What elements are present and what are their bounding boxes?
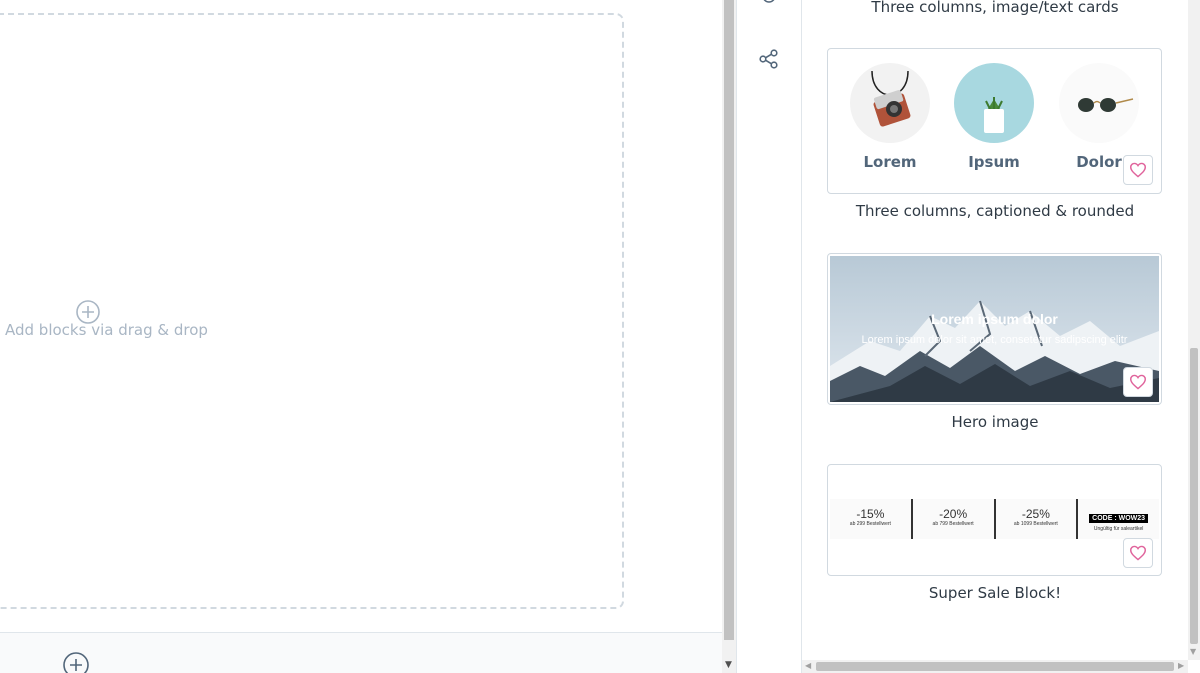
scroll-left-arrow-icon[interactable]: ◀ <box>805 661 811 670</box>
sunglasses-image <box>1059 63 1139 143</box>
panel-scrollbar-thumb[interactable] <box>1190 348 1198 644</box>
sale-percent: -25% <box>1021 507 1050 521</box>
block-dropzone[interactable]: Add blocks via drag & drop <box>0 13 624 609</box>
hero-mountain-image: Lorem ipsum dolor Lorem ipsum dolor sit … <box>830 256 1159 402</box>
heart-icon <box>1129 162 1147 178</box>
scroll-down-arrow-icon[interactable]: ▼ <box>725 660 732 670</box>
heart-icon <box>1129 374 1147 390</box>
heart-icon <box>1129 545 1147 561</box>
sale-percent: -20% <box>939 507 968 521</box>
panel-hscroll-thumb[interactable] <box>816 662 1174 671</box>
sale-threshold: ab 1099 Bestellwert <box>1013 521 1058 527</box>
panel-horizontal-scrollbar[interactable]: ◀ ▶ <box>802 660 1188 673</box>
scroll-right-arrow-icon[interactable]: ▶ <box>1178 661 1184 670</box>
block-caption: Super Sale Block! <box>928 584 1062 602</box>
canvas-scrollbar[interactable]: ▼ <box>722 0 736 673</box>
column-item: Ipsum <box>952 63 1036 171</box>
block-card-three-columns-rounded[interactable]: Lorem Ipsum Dolor <box>827 48 1162 194</box>
sale-cell: -20% ab 799 Bestellwert <box>913 499 996 539</box>
sale-threshold: ab 799 Bestellwert <box>932 521 974 527</box>
sale-strip: -15% ab 299 Bestellwert -20% ab 799 Best… <box>830 499 1159 539</box>
sale-cell: -15% ab 299 Bestellwert <box>830 499 913 539</box>
block-caption: Hero image <box>951 413 1039 431</box>
column-item: Lorem <box>848 63 932 171</box>
sale-cell: -25% ab 1099 Bestellwert <box>996 499 1079 539</box>
sale-percent: -15% <box>856 507 885 521</box>
sale-code: CODE : WOW23 <box>1089 514 1149 523</box>
column-label: Lorem <box>863 153 917 171</box>
camera-image <box>850 63 930 143</box>
sale-code-note: Ungültig für saleartikel <box>1093 526 1144 532</box>
block-card-super-sale[interactable]: -15% ab 299 Bestellwert -20% ab 799 Best… <box>827 464 1162 576</box>
favorite-button[interactable] <box>1123 367 1153 397</box>
hero-title: Lorem ipsum dolor <box>931 311 1058 327</box>
block-caption: Three columns, captioned & rounded <box>855 202 1135 220</box>
partial-icon[interactable] <box>761 0 777 4</box>
column-label: Ipsum <box>968 153 1020 171</box>
hero-subtitle: Lorem ipsum dolor sit amet, consetetur s… <box>861 334 1128 346</box>
sale-threshold: ab 299 Bestellwert <box>849 521 891 527</box>
panel-scrollbar[interactable]: ▼ <box>1188 0 1200 660</box>
plant-image <box>954 63 1034 143</box>
sidebar-icon-rail <box>737 0 802 673</box>
editor-canvas: Add blocks via drag & drop <box>0 0 722 673</box>
favorite-button[interactable] <box>1123 538 1153 568</box>
block-card-hero-image[interactable]: Lorem ipsum dolor Lorem ipsum dolor sit … <box>827 253 1162 405</box>
block-caption: Three columns, image/text cards <box>871 0 1119 16</box>
add-section-bar <box>0 632 722 673</box>
sale-code-cell: CODE : WOW23 Ungültig für saleartikel <box>1078 499 1159 539</box>
blocks-panel: Three columns, image/text cards Lorem Ip… <box>802 0 1188 660</box>
canvas-scrollbar-thumb[interactable] <box>724 0 734 640</box>
dropzone-hint: Add blocks via drag & drop <box>5 321 208 339</box>
add-section-icon[interactable] <box>63 652 89 673</box>
scroll-down-arrow-icon[interactable]: ▼ <box>1190 647 1196 656</box>
favorite-button[interactable] <box>1123 155 1153 185</box>
share-icon[interactable] <box>759 49 779 69</box>
